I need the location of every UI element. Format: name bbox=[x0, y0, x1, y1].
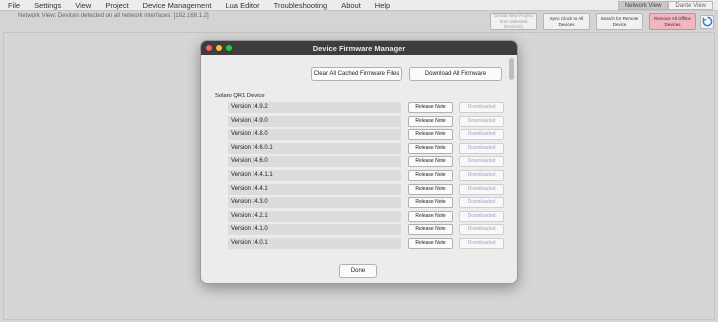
dialog-scrollbar[interactable] bbox=[509, 58, 514, 80]
dialog-title: Device Firmware Manager bbox=[312, 43, 406, 53]
minimize-window-button[interactable] bbox=[216, 45, 222, 51]
downloaded-button: Downloaded bbox=[459, 156, 504, 168]
menu-lua-editor[interactable]: Lua Editor bbox=[225, 1, 259, 10]
downloaded-button: Downloaded bbox=[459, 224, 504, 236]
network-status-text: Network View: Devices detected on all ne… bbox=[18, 13, 209, 19]
view-toggle: Network View Dante View bbox=[617, 1, 713, 10]
downloaded-button: Downloaded bbox=[459, 170, 504, 181]
release-note-button[interactable]: Release Note bbox=[408, 142, 453, 154]
firmware-row: Version :4.6.0 Release Note Downloaded bbox=[201, 156, 517, 168]
dialog-titlebar: Device Firmware Manager bbox=[201, 41, 517, 55]
done-button[interactable]: Done bbox=[339, 264, 377, 278]
menu-bar: File Settings View Project Device Manage… bbox=[0, 0, 718, 11]
downloaded-button: Downloaded bbox=[459, 129, 504, 141]
menu-help[interactable]: Help bbox=[375, 1, 390, 10]
firmware-version-label: Version :4.4.1.1 bbox=[228, 170, 401, 181]
downloaded-button: Downloaded bbox=[459, 238, 504, 249]
downloaded-button: Downloaded bbox=[459, 142, 504, 154]
firmware-version-label: Version :4.0.1 bbox=[228, 238, 401, 249]
release-note-button[interactable]: Release Note bbox=[408, 210, 453, 222]
downloaded-button: Downloaded bbox=[459, 210, 504, 222]
menu-about[interactable]: About bbox=[341, 1, 361, 10]
release-note-button[interactable]: Release Note bbox=[408, 170, 453, 181]
firmware-row: Version :4.4.1.1 Release Note Downloaded bbox=[201, 170, 517, 182]
firmware-row: Version :4.9.2 Release Note Downloaded bbox=[201, 102, 517, 114]
download-all-button[interactable]: Download All Firmware bbox=[409, 67, 502, 81]
zoom-window-button[interactable] bbox=[226, 45, 232, 51]
close-window-button[interactable] bbox=[206, 45, 212, 51]
remove-offline-button[interactable]: Remove All Offline Devices bbox=[649, 13, 696, 30]
firmware-row: Version :4.9.0 Release Note Downloaded bbox=[201, 115, 517, 128]
menu-troubleshooting[interactable]: Troubleshooting bbox=[274, 1, 328, 10]
firmware-row: Version :4.3.0 Release Note Downloaded bbox=[201, 197, 517, 209]
firmware-version-label: Version :4.4.1 bbox=[228, 183, 401, 195]
clear-cache-button[interactable]: Clear All Cached Firmware Files bbox=[311, 67, 402, 81]
firmware-version-label: Version :4.6.0 bbox=[228, 156, 401, 168]
firmware-version-label: Version :4.9.0 bbox=[228, 115, 401, 127]
downloaded-button: Downloaded bbox=[459, 197, 504, 209]
firmware-row: Version :4.8.0 Release Note Downloaded bbox=[201, 129, 517, 141]
firmware-version-label: Version :4.9.2 bbox=[228, 102, 401, 113]
firmware-row: Version :4.1.0 Release Note Downloaded bbox=[201, 224, 517, 236]
dante-view-tab[interactable]: Dante View bbox=[668, 1, 713, 10]
firmware-manager-dialog: Device Firmware Manager Clear All Cached… bbox=[200, 40, 518, 284]
release-note-button[interactable]: Release Note bbox=[408, 156, 453, 168]
create-project-button[interactable]: Create New Project from Selected Device(… bbox=[490, 13, 537, 30]
refresh-icon bbox=[701, 16, 712, 27]
search-remote-button[interactable]: Search for Remote Device bbox=[596, 13, 643, 30]
firmware-row: Version :4.6.0.1 Release Note Downloaded bbox=[201, 142, 517, 155]
firmware-row: Version :4.0.1 Release Note Downloaded bbox=[201, 238, 517, 250]
release-note-button[interactable]: Release Note bbox=[408, 183, 453, 195]
release-note-button[interactable]: Release Note bbox=[408, 224, 453, 236]
refresh-button[interactable] bbox=[700, 14, 714, 29]
firmware-row: Version :4.2.1 Release Note Downloaded bbox=[201, 210, 517, 223]
network-view-tab[interactable]: Network View bbox=[617, 1, 669, 10]
firmware-version-label: Version :4.1.0 bbox=[228, 224, 401, 236]
downloaded-button: Downloaded bbox=[459, 183, 504, 195]
menu-device-management[interactable]: Device Management bbox=[143, 1, 212, 10]
window-controls bbox=[206, 45, 236, 51]
sync-clock-button[interactable]: Sync Clock to All Devices bbox=[543, 13, 590, 30]
menu-view[interactable]: View bbox=[75, 1, 91, 10]
firmware-version-label: Version :4.2.1 bbox=[228, 210, 401, 222]
firmware-row: Version :4.4.1 Release Note Downloaded bbox=[201, 183, 517, 196]
menu-settings[interactable]: Settings bbox=[34, 1, 61, 10]
release-note-button[interactable]: Release Note bbox=[408, 115, 453, 127]
release-note-button[interactable]: Release Note bbox=[408, 197, 453, 209]
release-note-button[interactable]: Release Note bbox=[408, 238, 453, 249]
firmware-version-label: Version :4.6.0.1 bbox=[228, 142, 401, 154]
release-note-button[interactable]: Release Note bbox=[408, 129, 453, 141]
firmware-version-label: Version :4.8.0 bbox=[228, 129, 401, 141]
downloaded-button: Downloaded bbox=[459, 102, 504, 113]
downloaded-button: Downloaded bbox=[459, 115, 504, 127]
menu-project[interactable]: Project bbox=[105, 1, 128, 10]
firmware-version-label: Version :4.3.0 bbox=[228, 197, 401, 209]
menu-file[interactable]: File bbox=[8, 1, 20, 10]
toolbar: Create New Project from Selected Device(… bbox=[484, 13, 714, 30]
release-note-button[interactable]: Release Note bbox=[408, 102, 453, 113]
device-name: Solaro QR1 Device bbox=[215, 93, 265, 99]
